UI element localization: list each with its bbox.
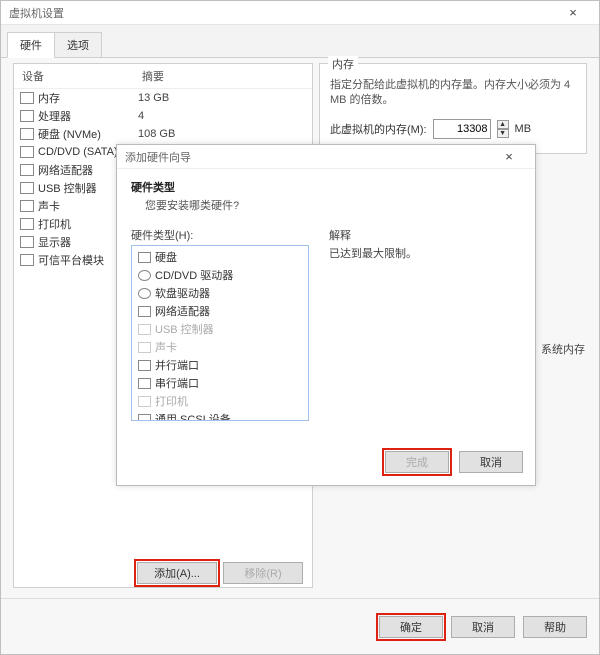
wizard-subheading: 您要安装哪类硬件? <box>145 197 521 213</box>
memory-group: 内存 指定分配给此虚拟机的内存量。内存大小必须为 4 MB 的倍数。 此虚拟机的… <box>319 63 587 154</box>
bottom-bar: 确定 取消 帮助 <box>1 598 599 654</box>
hw-type-icon <box>138 342 151 353</box>
device-summary: 13 GB <box>138 92 306 104</box>
device-buttons: 添加(A)... 移除(R) <box>137 562 303 584</box>
tab-hardware[interactable]: 硬件 <box>7 32 55 58</box>
memory-input[interactable] <box>433 119 491 139</box>
device-row[interactable]: 处理器4 <box>14 107 312 125</box>
device-row[interactable]: 硬盘 (NVMe)108 GB <box>14 125 312 143</box>
device-summary: 4 <box>138 110 306 122</box>
hw-type-item: 打印机 <box>132 392 308 410</box>
device-row[interactable]: 内存13 GB <box>14 89 312 107</box>
tab-options[interactable]: 选项 <box>54 32 102 58</box>
hw-type-item[interactable]: 并行端口 <box>132 356 308 374</box>
device-icon <box>20 200 34 212</box>
hw-list-label: 硬件类型(H): <box>131 227 309 243</box>
memory-row: 此虚拟机的内存(M): ▲ ▼ MB <box>330 119 576 139</box>
hw-type-icon <box>138 306 151 317</box>
hw-type-label: USB 控制器 <box>155 321 214 337</box>
device-icon <box>20 146 34 158</box>
col-device: 设备 <box>22 68 142 84</box>
wizard-cancel-button[interactable]: 取消 <box>459 451 523 473</box>
add-hardware-wizard: 添加硬件向导 × 硬件类型 您要安装哪类硬件? 硬件类型(H): 硬盘 CD/DV… <box>116 144 536 486</box>
memory-legend: 内存 <box>328 56 358 72</box>
wizard-heading: 硬件类型 <box>131 179 521 195</box>
hw-type-label: 声卡 <box>155 339 177 355</box>
hw-type-item[interactable]: 网络适配器 <box>132 302 308 320</box>
desc-label: 解释 <box>329 227 521 243</box>
system-memory-hint: 系统内存 <box>541 341 585 357</box>
chevron-up-icon[interactable]: ▲ <box>497 120 509 129</box>
close-icon[interactable]: × <box>555 5 591 20</box>
main-title: 虚拟机设置 <box>9 5 555 21</box>
hw-type-icon <box>138 288 151 299</box>
cancel-button[interactable]: 取消 <box>451 616 515 638</box>
hw-type-icon <box>138 252 151 263</box>
tabs: 硬件 选项 <box>1 25 599 58</box>
hw-type-label: 通用 SCSI 设备 <box>155 411 231 421</box>
device-icon <box>20 128 34 140</box>
hw-type-label: 串行端口 <box>155 375 199 391</box>
finish-button[interactable]: 完成 <box>385 451 449 473</box>
hw-type-icon <box>138 360 151 371</box>
device-header: 设备 摘要 <box>14 64 312 89</box>
device-icon <box>20 254 34 266</box>
hw-type-icon <box>138 396 151 407</box>
hw-type-item[interactable]: 硬盘 <box>132 248 308 266</box>
hw-type-icon <box>138 324 151 335</box>
hw-list-col: 硬件类型(H): 硬盘 CD/DVD 驱动器软盘驱动器网络适配器 USB 控制器声卡… <box>131 227 309 421</box>
memory-spinner[interactable]: ▲ ▼ <box>497 120 509 138</box>
add-button[interactable]: 添加(A)... <box>137 562 217 584</box>
hw-type-label: 打印机 <box>155 393 188 409</box>
remove-button: 移除(R) <box>223 562 303 584</box>
device-icon <box>20 92 34 104</box>
hw-type-icon <box>138 378 151 389</box>
memory-unit: MB <box>515 123 532 135</box>
hw-type-item[interactable]: 串行端口 <box>132 374 308 392</box>
hw-type-item: USB 控制器 <box>132 320 308 338</box>
close-icon[interactable]: × <box>491 149 527 164</box>
device-name: 处理器 <box>38 108 138 124</box>
hw-type-label: 软盘驱动器 <box>155 285 210 301</box>
device-summary: 108 GB <box>138 128 306 140</box>
col-summary: 摘要 <box>142 68 164 84</box>
wizard-columns: 硬件类型(H): 硬盘 CD/DVD 驱动器软盘驱动器网络适配器 USB 控制器声卡… <box>131 227 521 421</box>
hw-type-item[interactable]: CD/DVD 驱动器 <box>132 266 308 284</box>
hw-type-item[interactable]: 软盘驱动器 <box>132 284 308 302</box>
hw-type-label: 硬盘 <box>155 249 177 265</box>
memory-desc: 指定分配给此虚拟机的内存量。内存大小必须为 4 MB 的倍数。 <box>330 78 576 109</box>
hw-type-icon <box>138 414 151 422</box>
hw-type-label: CD/DVD 驱动器 <box>155 267 233 283</box>
hw-type-label: 网络适配器 <box>155 303 210 319</box>
chevron-down-icon[interactable]: ▼ <box>497 129 509 138</box>
wizard-titlebar: 添加硬件向导 × <box>117 145 535 169</box>
hw-type-label: 并行端口 <box>155 357 199 373</box>
device-name: 硬盘 (NVMe) <box>38 126 138 142</box>
hw-type-list[interactable]: 硬盘 CD/DVD 驱动器软盘驱动器网络适配器 USB 控制器声卡并行端口串行端口打… <box>131 245 309 421</box>
memory-label: 此虚拟机的内存(M): <box>330 121 427 137</box>
hw-type-item[interactable]: 通用 SCSI 设备 <box>132 410 308 421</box>
device-icon <box>20 182 34 194</box>
device-name: 内存 <box>38 90 138 106</box>
wizard-body: 硬件类型 您要安装哪类硬件? 硬件类型(H): 硬盘 CD/DVD 驱动器软盘驱动… <box>117 169 535 421</box>
desc-col: 解释 已达到最大限制。 <box>329 227 521 421</box>
wizard-title: 添加硬件向导 <box>125 149 491 165</box>
ok-button[interactable]: 确定 <box>379 616 443 638</box>
desc-text: 已达到最大限制。 <box>329 245 521 261</box>
device-icon <box>20 164 34 176</box>
main-titlebar: 虚拟机设置 × <box>1 1 599 25</box>
hw-type-item: 声卡 <box>132 338 308 356</box>
device-icon <box>20 218 34 230</box>
wizard-buttons: 完成 取消 <box>385 451 523 473</box>
device-icon <box>20 236 34 248</box>
help-button[interactable]: 帮助 <box>523 616 587 638</box>
device-icon <box>20 110 34 122</box>
hw-type-icon <box>138 270 151 281</box>
